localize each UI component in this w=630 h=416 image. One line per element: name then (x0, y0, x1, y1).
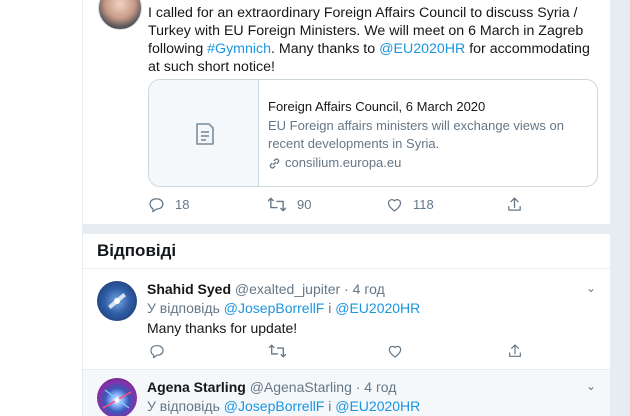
reply-to-and: і (324, 398, 336, 414)
mention-link[interactable]: @EU2020HR (379, 41, 465, 57)
reply-author-name[interactable]: Shahid Syed (147, 281, 231, 297)
mention-link[interactable]: @JosepBorrellF (224, 398, 325, 414)
like-action[interactable] (387, 343, 403, 359)
starburst-icon (102, 389, 132, 409)
reply-header: Shahid Syed @exalted_jupiter · 4 год (147, 280, 385, 298)
reply-tweet[interactable]: Shahid Syed @exalted_jupiter · 4 год ⌄ У… (83, 269, 610, 369)
retweet-icon (268, 344, 287, 358)
replies-header: Відповіді (97, 241, 177, 260)
like-action[interactable]: 118 (386, 196, 434, 213)
card-url: consilium.europa.eu (268, 154, 588, 172)
reply-header: Agena Starling @AgenaStarling · 4 год (147, 378, 396, 396)
reply-time[interactable]: · 4 год (344, 281, 385, 297)
retweet-count: 90 (297, 197, 312, 212)
document-icon (196, 123, 214, 145)
hashtag-link[interactable]: #Gymnich (207, 41, 271, 57)
reply-to-line: У відповідь @JosepBorrellF і @EU2020HR (147, 397, 420, 415)
like-count: 118 (413, 197, 434, 212)
reply-action[interactable]: 18 (148, 196, 189, 213)
heart-icon (387, 199, 402, 212)
reply-to-and: і (324, 300, 336, 316)
mention-link[interactable]: @EU2020HR (335, 398, 420, 414)
page-background-right (611, 0, 630, 416)
reply-icon (150, 345, 164, 359)
retweet-action[interactable]: 90 (267, 196, 311, 213)
tweet-text-part: . Many thanks to (271, 41, 380, 57)
reply-time[interactable]: · 4 год (356, 379, 397, 395)
card-description: EU Foreign affairs ministers will exchan… (268, 118, 564, 151)
mention-link[interactable]: @EU2020HR (335, 300, 420, 316)
card-url-text: consilium.europa.eu (285, 155, 402, 170)
reply-to-label: У відповідь (147, 398, 224, 414)
reply-author-handle[interactable]: @AgenaStarling (250, 379, 352, 395)
mention-link[interactable]: @JosepBorrellF (224, 300, 325, 316)
chevron-down-icon[interactable]: ⌄ (586, 281, 596, 295)
link-preview-card[interactable]: Foreign Affairs Council, 6 March 2020 EU… (148, 79, 598, 187)
reply-avatar[interactable] (97, 378, 137, 416)
link-icon (269, 157, 280, 169)
card-title: Foreign Affairs Council, 6 March 2020 (268, 99, 486, 114)
share-action[interactable] (506, 196, 523, 213)
page-background-left (0, 0, 82, 416)
reply-to-line: У відповідь @JosepBorrellF і @EU2020HR (147, 299, 420, 317)
reply-avatar[interactable] (97, 281, 137, 321)
reply-text: Many thanks for update! (147, 320, 298, 336)
card-body: Foreign Affairs Council, 6 March 2020 EU… (268, 98, 588, 172)
reply-author-handle[interactable]: @exalted_jupiter (235, 281, 340, 297)
chevron-down-icon[interactable]: ⌄ (586, 379, 596, 393)
heart-icon (388, 345, 402, 358)
reply-to-label: У відповідь (147, 300, 224, 316)
tweet-text: I called for an extraordinary Foreign Af… (148, 4, 603, 76)
share-action[interactable] (507, 343, 523, 359)
card-thumbnail (149, 80, 259, 186)
reply-count: 18 (175, 197, 190, 212)
reply-icon (149, 198, 164, 213)
retweet-action[interactable] (268, 343, 287, 359)
reply-action[interactable] (149, 343, 165, 359)
section-divider (83, 224, 610, 234)
retweet-icon (267, 197, 287, 212)
reply-author-name[interactable]: Agena Starling (147, 379, 246, 395)
satellite-icon (108, 293, 126, 309)
reply-tweet[interactable]: Agena Starling @AgenaStarling · 4 год ⌄ … (83, 370, 610, 416)
share-icon (508, 197, 521, 211)
share-icon (509, 344, 521, 357)
